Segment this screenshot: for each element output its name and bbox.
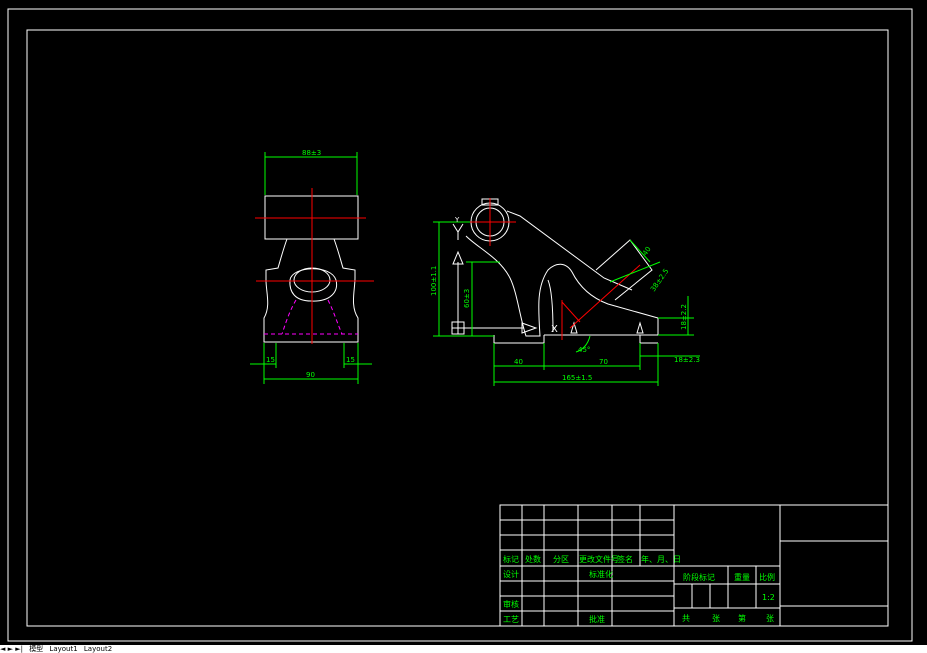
tab-model[interactable]: 模型: [29, 645, 43, 653]
side-dim-mid: 70: [599, 358, 608, 366]
side-dim-slant: 38±2.5: [649, 267, 670, 293]
tb-hdr-count: 处数: [525, 554, 541, 564]
side-dim-angle: 45°: [578, 346, 590, 354]
cad-drawing: 88±3 15 15 90 100±1.1 60±3 40 70 165±1.5…: [7, 8, 913, 642]
title-block-grid: [499, 504, 889, 627]
side-view-dimensions: [433, 221, 700, 386]
side-dim-right-v: 18±2.2: [680, 304, 688, 330]
side-dim-inner-height: 60±3: [463, 289, 471, 308]
side-dim-right-h: 18±2.3: [674, 356, 700, 364]
tab-layout1[interactable]: Layout1: [49, 645, 77, 653]
layout-tab-bar: ◄ ► ►| 模型 Layout1 Layout2: [0, 645, 927, 653]
tb-scale: 比例: [759, 572, 775, 582]
front-view-body: [263, 238, 359, 343]
tb-page: 第: [738, 613, 746, 623]
side-view: [451, 198, 659, 344]
tb-review: 审核: [503, 599, 519, 609]
side-dim-height: 100±1.1: [430, 266, 438, 296]
tab-nav-arrows[interactable]: ◄ ► ►|: [0, 645, 25, 653]
tb-hdr-change: 更改文件号: [579, 554, 619, 564]
side-view-support-right: [636, 321, 644, 334]
front-dim-left-bottom: 15: [266, 356, 275, 364]
tb-process: 工艺: [503, 615, 519, 624]
side-dim-left: 40: [514, 358, 523, 366]
front-hidden-right: [327, 299, 343, 335]
front-hidden-left: [281, 299, 297, 335]
tb-sheets: 张: [712, 614, 720, 623]
tb-hdr-date: 年、月、日: [641, 554, 681, 564]
tb-standardize: 标准化: [589, 569, 613, 579]
tb-weight: 重量: [734, 572, 750, 582]
side-dim-total: 165±1.5: [562, 374, 592, 382]
sheet-border-outer: [7, 8, 913, 642]
tb-scale-value: 1:2: [762, 593, 775, 602]
side-view-rib: [506, 210, 633, 291]
front-view-hidden-lines: [264, 299, 358, 335]
side-center-slot-cross: [561, 301, 581, 323]
front-dim-bottom: 90: [306, 371, 315, 379]
tb-sheet2: 张: [766, 614, 774, 623]
front-dim-right-bottom: 15: [346, 356, 355, 364]
tab-layout2[interactable]: Layout2: [84, 645, 112, 653]
side-view-y-mark: [452, 223, 464, 240]
tb-hdr-sign: 签名: [617, 554, 633, 564]
side-datum-x: X: [551, 324, 558, 335]
tb-approve: 批准: [589, 614, 605, 624]
tb-total: 共: [682, 614, 690, 623]
front-dim-top: 88±3: [302, 149, 321, 157]
side-dim-slot: 40: [641, 245, 653, 257]
tb-hdr-zone: 分区: [553, 555, 569, 564]
side-datum-y: Y: [454, 216, 460, 224]
tb-design: 设计: [503, 569, 519, 579]
tb-hdr-mark: 标记: [503, 554, 519, 564]
side-slant-dim: [609, 261, 661, 283]
tb-stage-mark: 阶段标记: [683, 572, 715, 582]
front-view-centerlines: [255, 188, 374, 344]
